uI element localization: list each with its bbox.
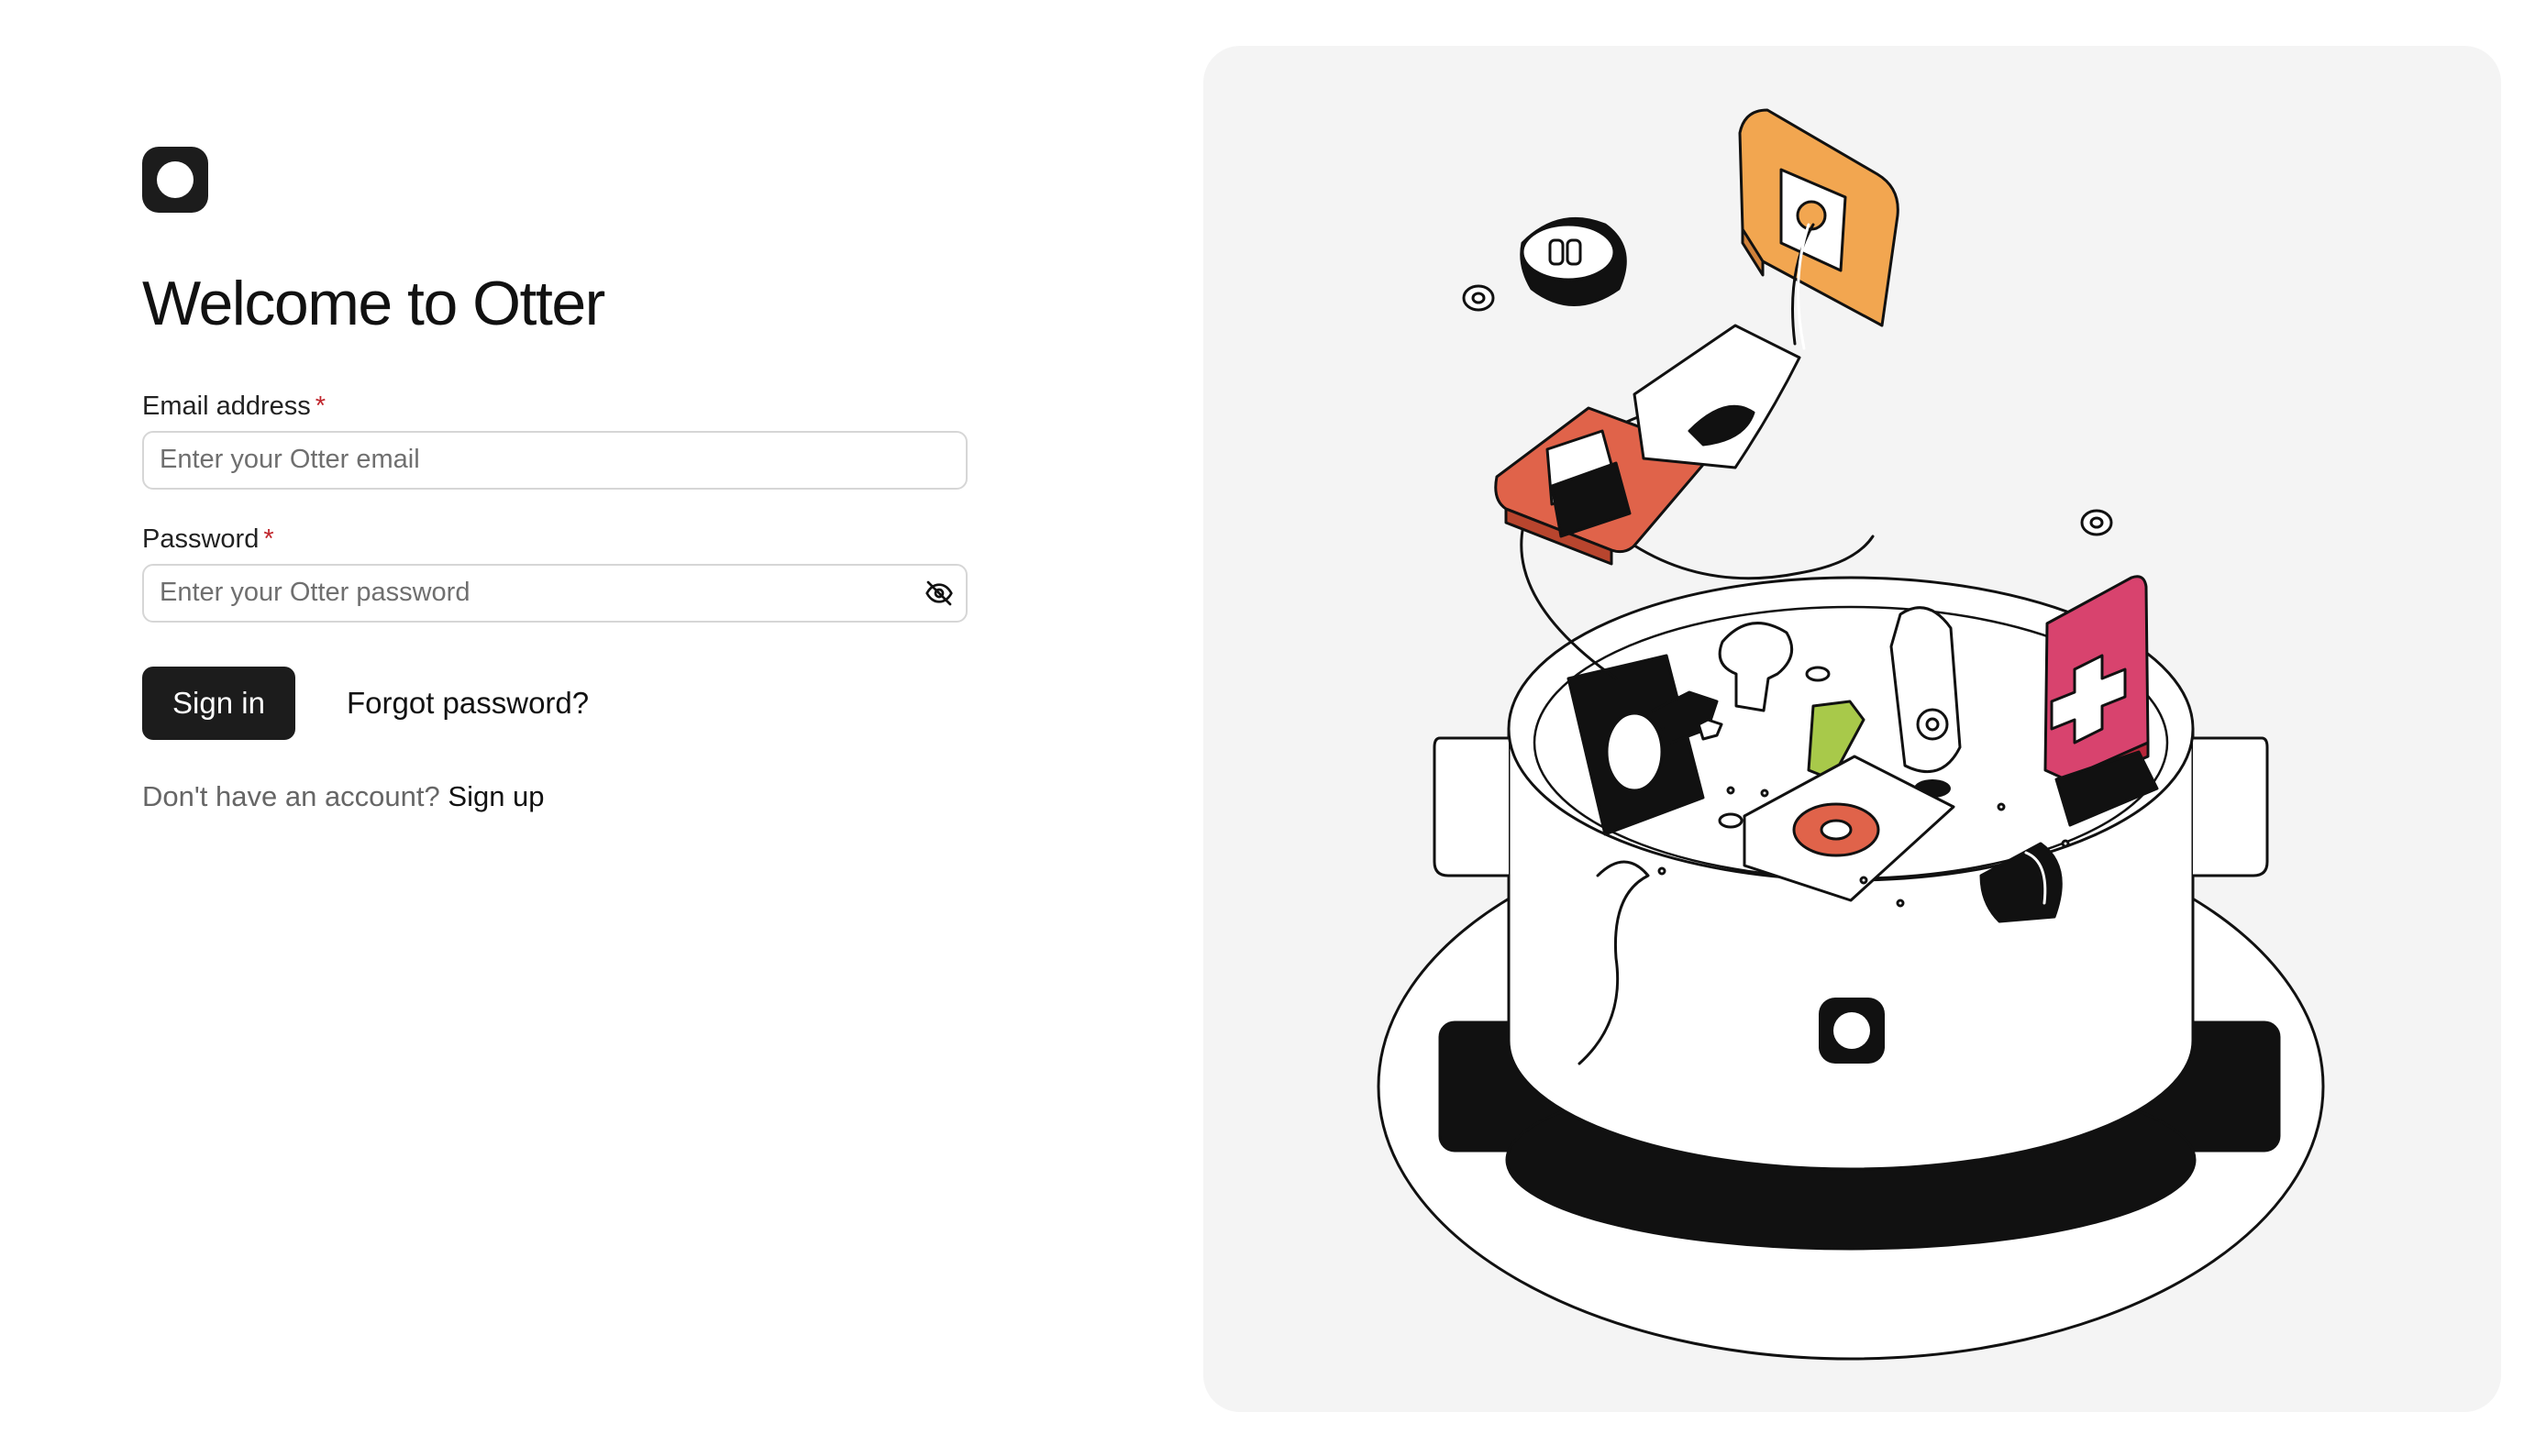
required-marker: * — [315, 391, 327, 421]
required-marker: * — [263, 524, 274, 554]
illustration-panel — [1203, 46, 2501, 1412]
signup-prompt: Don't have an account? — [142, 779, 440, 812]
email-field[interactable] — [144, 432, 966, 488]
password-label-text: Password — [142, 524, 260, 554]
email-label: Email address * — [142, 392, 968, 422]
signup-row: Don't have an account? Sign up — [142, 780, 968, 813]
sign-up-link[interactable]: Sign up — [448, 780, 544, 812]
email-label-text: Email address — [142, 391, 311, 421]
password-field-wrapper — [142, 563, 968, 623]
cooking-pot-illustration — [1377, 108, 2325, 1361]
password-field[interactable] — [144, 565, 966, 621]
otter-logo-icon — [142, 147, 208, 213]
page-title: Welcome to Otter — [142, 269, 605, 338]
email-field-wrapper — [142, 430, 968, 490]
sign-in-button[interactable]: Sign in — [142, 666, 295, 740]
login-page: Welcome to Otter Email address* Password… — [0, 0, 2524, 1456]
password-label: Password * — [142, 524, 968, 555]
eye-off-icon[interactable] — [924, 579, 955, 608]
forgot-password-link[interactable]: Forgot password? — [347, 686, 589, 721]
form-actions: Sign in Forgot password? — [142, 666, 968, 740]
login-form: Welcome to Otter Email address* Password… — [142, 147, 968, 813]
